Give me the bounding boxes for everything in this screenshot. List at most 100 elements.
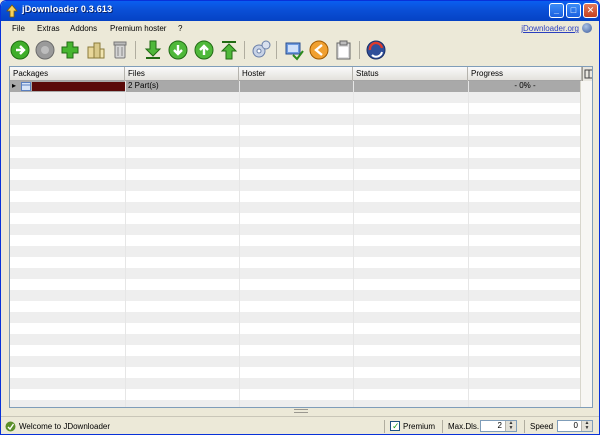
title-bar[interactable]: jDownloader 0.3.613 _ □ ✕ (1, 1, 599, 21)
files-cell: 2 Part(s) (128, 81, 159, 90)
move-bottom-icon[interactable] (142, 39, 164, 61)
empty-table-row (10, 345, 582, 356)
globe-icon[interactable] (582, 23, 592, 33)
empty-table-row (10, 224, 582, 235)
jdownloader-site-link[interactable]: jDownloader.org (521, 24, 579, 33)
add-links-icon[interactable] (59, 39, 81, 61)
menu-addons[interactable]: Addons (70, 24, 97, 33)
column-header-hoster[interactable]: Hoster (239, 67, 353, 81)
vertical-scrollbar[interactable] (580, 81, 592, 407)
column-header-progress[interactable]: Progress (468, 67, 582, 81)
speed-value: 0 (573, 421, 578, 430)
column-header-packages[interactable]: Packages (10, 67, 125, 81)
empty-table-row (10, 257, 582, 268)
menu-file[interactable]: File (12, 24, 25, 33)
empty-table-row (10, 400, 582, 407)
empty-table-row (10, 268, 582, 279)
empty-table-row (10, 356, 582, 367)
package-icon (21, 82, 31, 91)
maximize-button[interactable]: □ (566, 3, 581, 18)
columns-icon (584, 69, 592, 79)
close-button[interactable]: ✕ (583, 3, 598, 18)
max-dls-value: 2 (497, 421, 502, 430)
stop-icon[interactable] (34, 39, 56, 61)
cleanup-icon[interactable] (85, 39, 107, 61)
empty-table-row (10, 147, 582, 158)
empty-table-row (10, 301, 582, 312)
status-separator (442, 420, 443, 433)
jdownloader-status-icon (5, 421, 16, 432)
empty-table-row (10, 213, 582, 224)
column-divider (353, 81, 354, 407)
move-down-icon[interactable] (167, 39, 189, 61)
remove-icon[interactable] (109, 39, 131, 61)
empty-table-row (10, 290, 582, 301)
spinner-arrows-icon[interactable]: ▲ ▼ (581, 421, 592, 431)
column-header-files[interactable]: Files (125, 67, 239, 81)
table-header: Packages Files Hoster Status Progress (10, 67, 592, 81)
empty-table-row (10, 92, 582, 103)
empty-table-row (10, 378, 582, 389)
menu-help[interactable]: ? (178, 24, 182, 33)
speed-spinner[interactable]: 0 ▲ ▼ (557, 420, 593, 432)
empty-table-row (10, 114, 582, 125)
empty-table-row (10, 158, 582, 169)
menu-bar: File Extras Addons Premium hoster ? jDow… (1, 21, 599, 36)
menu-premium-hoster[interactable]: Premium hoster (110, 24, 166, 33)
empty-table-row (10, 323, 582, 334)
hoster-cell (239, 81, 353, 92)
move-up-icon[interactable] (193, 39, 215, 61)
empty-table-row (10, 312, 582, 323)
empty-table-row (10, 279, 582, 290)
column-divider (125, 81, 126, 407)
empty-table-row (10, 202, 582, 213)
status-cell (353, 81, 468, 92)
empty-table-row (10, 180, 582, 191)
empty-table-row (10, 246, 582, 257)
empty-table-row (10, 125, 582, 136)
status-bar: Welcome to JDownloader ✓ Premium Max.Dls… (1, 416, 599, 434)
spinner-arrows-icon[interactable]: ▲ ▼ (505, 421, 516, 431)
status-separator (384, 420, 385, 433)
empty-table-row (10, 136, 582, 147)
window-title: jDownloader 0.3.613 (22, 4, 113, 14)
table-row[interactable]: ▸ 2 Part(s) - 0% - (10, 81, 582, 92)
menu-extras[interactable]: Extras (37, 24, 60, 33)
empty-table-row (10, 367, 582, 378)
move-top-icon[interactable] (218, 39, 240, 61)
toolbar-separator (276, 41, 277, 59)
premium-label: Premium (403, 422, 436, 431)
max-dls-spinner[interactable]: 2 ▲ ▼ (480, 420, 517, 432)
settings-icon[interactable] (250, 39, 272, 61)
column-divider (239, 81, 240, 407)
column-header-status[interactable]: Status (353, 67, 468, 81)
empty-table-row (10, 334, 582, 345)
empty-table-row (10, 389, 582, 400)
jdownloader-logo-icon (6, 4, 18, 18)
clipboard-icon[interactable] (333, 39, 355, 61)
column-chooser-button[interactable] (582, 67, 592, 81)
progress-cell: - 0% - (514, 81, 536, 90)
status-message: Welcome to JDownloader (19, 422, 111, 431)
start-icon[interactable] (9, 39, 31, 61)
download-table: Packages Files Hoster Status Progress ▸ … (9, 66, 593, 408)
minimize-button[interactable]: _ (549, 3, 564, 18)
premium-checkbox[interactable]: ✓ (390, 421, 400, 431)
toolbar-separator (135, 41, 136, 59)
toolbar (1, 36, 599, 66)
splitter-handle[interactable] (294, 409, 308, 413)
max-dls-label: Max.Dls. (448, 422, 480, 431)
app-window: jDownloader 0.3.613 _ □ ✕ File Extras Ad… (0, 0, 600, 435)
empty-table-row (10, 191, 582, 202)
column-divider (468, 81, 469, 407)
update-icon[interactable] (365, 39, 387, 61)
table-body: ▸ 2 Part(s) - 0% - (10, 81, 582, 407)
clipboard-watch-icon[interactable] (308, 39, 330, 61)
empty-table-row (10, 169, 582, 180)
empty-table-row (10, 103, 582, 114)
empty-table-row (10, 235, 582, 246)
check-icon: ✓ (392, 421, 400, 431)
toolbar-separator (244, 41, 245, 59)
toolbar-separator (359, 41, 360, 59)
reconnect-icon[interactable] (283, 39, 305, 61)
